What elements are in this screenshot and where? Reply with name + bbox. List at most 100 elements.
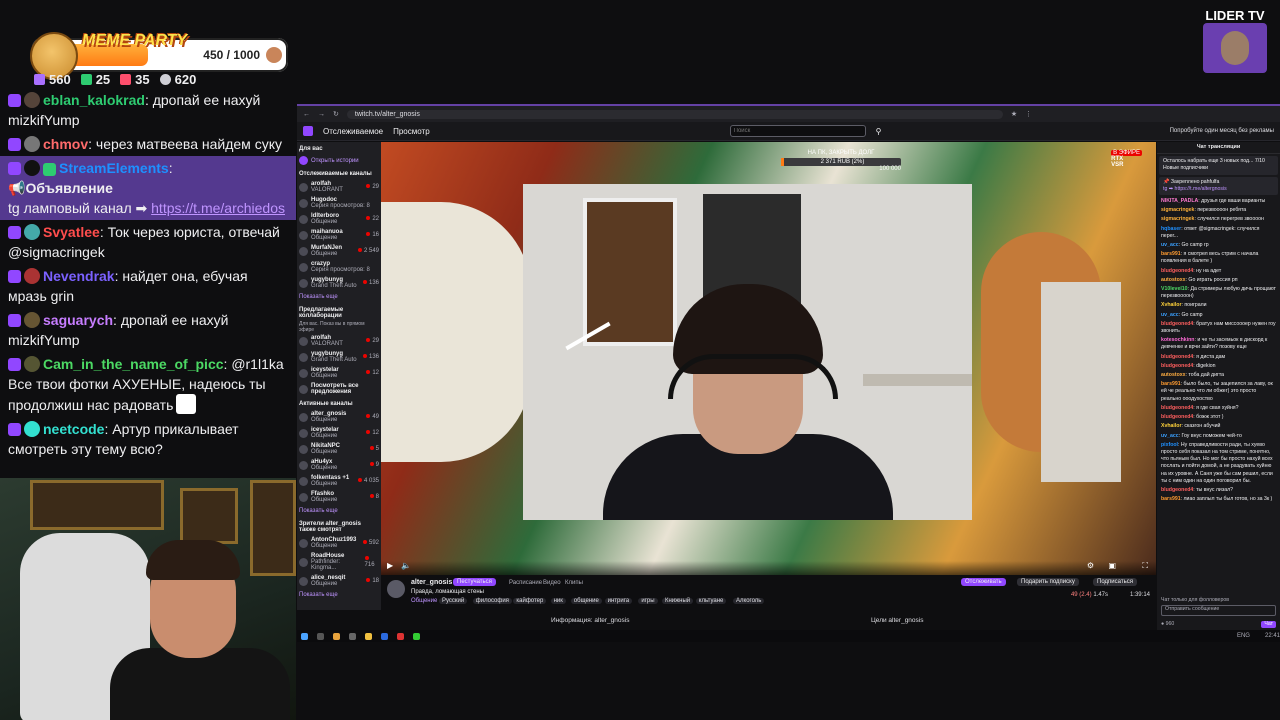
chat-username[interactable]: bludgeoned4 [1161,363,1193,369]
chat-username[interactable]: bludgeoned4 [1161,354,1193,360]
sidebar-history[interactable]: Открыть истории [297,154,381,167]
settings-icon[interactable]: ⚙ [1087,561,1094,570]
app-icon[interactable] [397,632,404,640]
app-icon[interactable] [413,632,420,640]
twitch-logo-icon[interactable] [303,126,313,136]
chat-username[interactable]: uv_acc [1161,312,1179,318]
nav-browse[interactable]: Просмотр [393,127,430,136]
chat-username[interactable]: bludgeoned4 [1161,321,1193,327]
videos-link[interactable]: Видео [543,580,561,586]
stream-tag[interactable]: интрига [604,598,633,604]
sidebar-channel[interactable]: iceystelar Общение 12 [297,365,381,381]
language-indicator[interactable]: ENG [1237,633,1250,639]
chat-username[interactable]: bars991 [1161,496,1181,502]
ad-free-promo[interactable]: Попробуйте один месяц без рекламы [1170,128,1274,134]
stream-tag[interactable]: Книжный [662,598,694,604]
sidebar-channel[interactable]: aHu4yx Общение 9 [297,457,381,473]
chat-input[interactable]: Отправить сообщение [1161,605,1276,616]
stream-tag[interactable]: кльтуане [695,598,727,604]
chat-username[interactable]: bludgeoned4 [1161,487,1193,493]
windows-start-icon[interactable] [301,632,308,640]
sidebar-channel[interactable]: maihanuoa Общение 16 [297,227,381,243]
chat-username[interactable]: uv_acc [1161,242,1179,248]
sidebar-channel[interactable]: MurfaNJen Общение 2 549 [297,243,381,259]
follow-button[interactable]: Отслеживать [961,578,1006,586]
sidebar-channel[interactable]: alice_nesqit Общение 18 [297,573,381,589]
browser-icon[interactable] [333,632,340,640]
extensions-icon[interactable]: ★ [1011,110,1017,118]
sidebar-channel[interactable]: crazyp Серия просмотров: 8 [297,259,381,275]
sidebar-channel[interactable]: iceystelar Общение 12 [297,425,381,441]
show-more-link[interactable]: Показать еще [297,589,381,601]
chat-username[interactable]: Xvhailor [1161,423,1181,429]
schedule-link[interactable]: Расписание [509,580,542,586]
url-field[interactable]: twitch.tv/alter_gnosis [346,109,1003,119]
stream-tag[interactable]: кайфотер [513,598,547,604]
obs-icon[interactable] [349,632,356,640]
stream-tag[interactable]: игры [638,598,658,604]
stream-tag[interactable]: Алкоголь [733,598,765,604]
chat-username[interactable]: sigmacringek [1161,207,1194,213]
chat-button[interactable]: Чат [1261,620,1276,628]
stream-category[interactable]: Общение [411,598,437,604]
video-player[interactable]: НА ПК, ЗАКРЫТЬ ДОЛГ 2 371 RUB (2%) 100 0… [381,142,1156,575]
chat-username[interactable]: uv_acc [1161,433,1179,439]
volume-icon[interactable]: 🔈 [401,561,411,570]
sidebar-channel[interactable]: folkentass +1 Общение 4 035 [297,473,381,489]
search-icon[interactable] [317,632,324,640]
reload-icon[interactable]: ↻ [333,110,339,118]
sidebar-channel[interactable]: RoadHouse Pathfinder: Kingma... 716 [297,551,381,573]
knock-button[interactable]: Пестучаться [453,578,496,586]
show-more-link[interactable]: Показать еще [297,291,381,303]
gift-sub-button[interactable]: Подарить подписку [1017,578,1079,586]
search-icon[interactable]: ⚲ [876,127,882,136]
stream-tag[interactable]: общение [570,598,602,604]
chat-username[interactable]: hqbaser [1161,226,1181,232]
chat-username[interactable]: kotesochkinn [1161,337,1194,343]
sidebar-channel[interactable]: arolfah VALORANT 29 [297,179,381,195]
chat-username[interactable]: sigmacringek [1161,216,1194,222]
chat-link[interactable]: https://t.me/archiedos [151,200,285,216]
stream-tag[interactable]: ник [550,598,566,604]
channel-points[interactable]: ● 960 [1161,621,1174,628]
sidebar-channel[interactable]: Hugodoc Серия просмотров: 8 [297,195,381,211]
chat-username[interactable]: V10level10 [1161,286,1188,292]
stream-tag[interactable]: философия [472,598,512,604]
sidebar-channel[interactable]: Ffashko Общение 8 [297,489,381,505]
sidebar-channel[interactable]: NikitaNPC Общение 5 [297,441,381,457]
search-input[interactable] [729,125,866,137]
theatre-icon[interactable]: ▣ [1108,561,1116,570]
chat-username[interactable]: bars991 [1161,251,1181,257]
chat-username[interactable]: autostoxx [1161,372,1186,378]
chat-username[interactable]: pixfool [1161,442,1178,448]
sidebar-channel[interactable]: yugybunyg Grand Theft Auto 136 [297,275,381,291]
chat-username[interactable]: bludgeoned4 [1161,268,1193,274]
menu-icon[interactable]: ⋮ [1025,110,1032,118]
sidebar-channel[interactable]: ldlterboro Общение 22 [297,211,381,227]
show-more-link[interactable]: Показать еще [297,505,381,517]
chat-username[interactable]: bludgeoned4 [1161,414,1193,420]
sidebar-channel[interactable]: Посмотреть все предложения [297,381,381,397]
sidebar-channel[interactable]: alter_gnosis Общение 49 [297,409,381,425]
sidebar-channel[interactable]: arolfah VALORANT 29 [297,333,381,349]
sidebar-channel[interactable]: AntonChuz1993 Общение 592 [297,535,381,551]
nav-following[interactable]: Отслеживаемое [323,127,383,136]
fullscreen-icon[interactable]: ⛶ [1142,561,1148,571]
subscribe-button[interactable]: Подписаться [1093,578,1137,586]
forward-icon[interactable]: → [318,111,325,118]
chat-username[interactable]: NIKITA_PADLA [1161,198,1198,204]
clock[interactable]: 22:41 [1265,633,1280,639]
app-icon[interactable] [381,632,388,640]
channel-avatar[interactable] [387,580,405,598]
chat-username[interactable]: bars991 [1161,381,1181,387]
chat-username[interactable]: Xvhailor [1161,302,1181,308]
channel-name[interactable]: alter_gnosis [411,579,452,586]
sidebar-channel[interactable]: yugybunyg Grand Theft Auto 136 [297,349,381,365]
play-icon[interactable]: ▶ [387,561,393,570]
folder-icon[interactable] [365,632,372,640]
clips-link[interactable]: Клипы [565,580,583,586]
chat-username[interactable]: bludgeoned4 [1161,405,1193,411]
back-icon[interactable]: ← [303,111,310,118]
stream-tag[interactable]: Русский [439,598,468,604]
chat-username[interactable]: autostoxx [1161,277,1186,283]
